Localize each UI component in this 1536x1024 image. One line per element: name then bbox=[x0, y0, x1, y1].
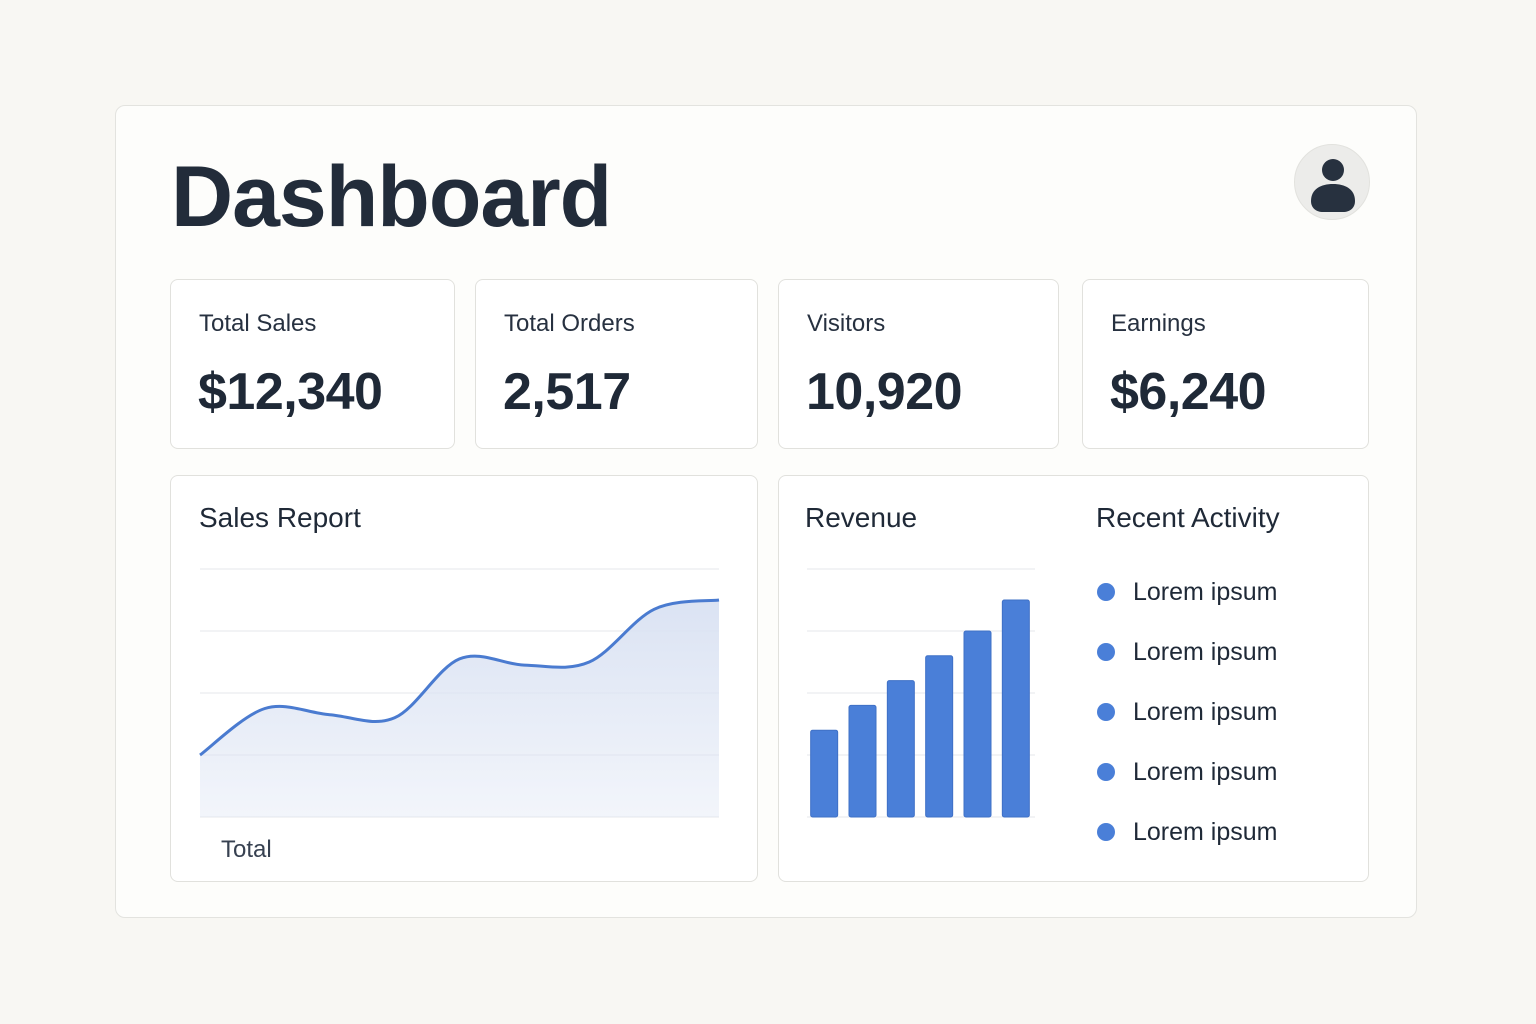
area-fill bbox=[200, 600, 719, 817]
bullet-dot-icon bbox=[1097, 643, 1115, 661]
bar bbox=[1001, 599, 1030, 818]
activity-text: Lorem ipsum bbox=[1133, 817, 1278, 846]
revenue-bar-chart bbox=[807, 568, 1035, 818]
bar bbox=[963, 630, 992, 818]
activity-text: Lorem ipsum bbox=[1133, 697, 1278, 726]
bullet-dot-icon bbox=[1097, 583, 1115, 601]
stat-value: 10,920 bbox=[806, 363, 963, 421]
activity-item[interactable]: Lorem ipsum bbox=[1097, 742, 1278, 802]
bar bbox=[848, 704, 877, 818]
stat-card-visitors[interactable]: Visitors 10,920 bbox=[778, 279, 1059, 449]
stat-value: $6,240 bbox=[1110, 363, 1267, 421]
bullet-dot-icon bbox=[1097, 823, 1115, 841]
recent-activity-list: Lorem ipsum Lorem ipsum Lorem ipsum Lore… bbox=[1097, 562, 1278, 862]
stat-card-total-orders[interactable]: Total Orders 2,517 bbox=[475, 279, 758, 449]
bar bbox=[886, 680, 915, 818]
activity-text: Lorem ipsum bbox=[1133, 757, 1278, 786]
activity-item[interactable]: Lorem ipsum bbox=[1097, 802, 1278, 862]
bar bbox=[925, 655, 954, 818]
stat-value: 2,517 bbox=[503, 363, 631, 421]
sales-area-chart bbox=[199, 568, 720, 818]
activity-item[interactable]: Lorem ipsum bbox=[1097, 622, 1278, 682]
recent-activity-title: Recent Activity bbox=[1096, 502, 1280, 533]
activity-text: Lorem ipsum bbox=[1133, 577, 1278, 606]
bullet-dot-icon bbox=[1097, 763, 1115, 781]
dashboard-frame: Dashboard Total Sales $12,340 Total Orde… bbox=[115, 105, 1417, 918]
bar bbox=[810, 729, 839, 818]
stat-label: Visitors bbox=[807, 310, 886, 337]
stat-label: Earnings bbox=[1111, 310, 1206, 337]
activity-text: Lorem ipsum bbox=[1133, 637, 1278, 666]
activity-item[interactable]: Lorem ipsum bbox=[1097, 562, 1278, 622]
stat-label: Total Orders bbox=[504, 310, 635, 337]
user-avatar-icon bbox=[1311, 159, 1355, 212]
page-title: Dashboard bbox=[171, 149, 612, 245]
activity-item[interactable]: Lorem ipsum bbox=[1097, 682, 1278, 742]
sales-report-panel: Sales Report Total bbox=[170, 475, 758, 882]
revenue-activity-panel: Revenue Recent Activity Lorem ipsum Lore… bbox=[778, 475, 1369, 882]
stat-card-earnings[interactable]: Earnings $6,240 bbox=[1082, 279, 1369, 449]
stat-label: Total Sales bbox=[199, 310, 317, 337]
stat-value: $12,340 bbox=[198, 363, 383, 421]
user-avatar-button[interactable] bbox=[1294, 144, 1370, 220]
chart-footer-label: Total bbox=[221, 836, 272, 863]
bullet-dot-icon bbox=[1097, 703, 1115, 721]
stat-card-total-sales[interactable]: Total Sales $12,340 bbox=[170, 279, 455, 449]
